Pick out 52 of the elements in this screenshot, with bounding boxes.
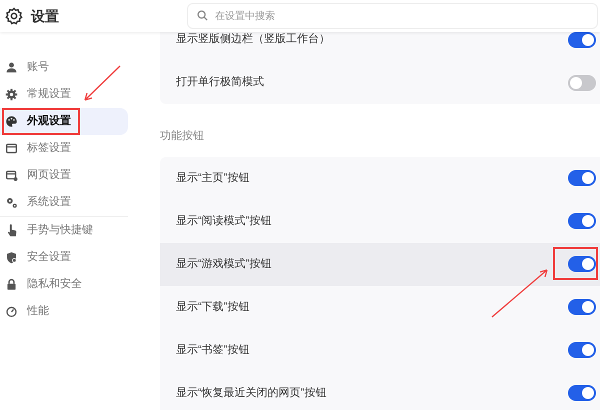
gauge-icon (5, 305, 18, 318)
gear-icon (5, 88, 18, 101)
toggle-switch[interactable] (568, 213, 596, 229)
highlight-frame (553, 246, 598, 280)
section-title: 功能按钮 (160, 129, 205, 144)
window-title: 设置 (31, 6, 59, 26)
annotation-arrow (82, 65, 122, 103)
palette-icon (5, 115, 18, 128)
setting-label: 显示“主页”按钮 (176, 170, 250, 186)
search-field[interactable]: 在设置中搜索 (187, 3, 598, 29)
setting-label: 显示“下载”按钮 (176, 300, 250, 315)
search-icon (197, 10, 208, 21)
settings-row[interactable]: 显示“游戏模式”按钮 (160, 242, 600, 286)
toggle-switch[interactable] (568, 385, 596, 401)
toggle-switch[interactable] (568, 74, 596, 90)
setting-label: 显示“阅读模式”按钮 (176, 214, 272, 229)
settings-row[interactable]: 显示“主页”按钮 (160, 156, 600, 200)
window-icon (5, 142, 18, 155)
hand-icon (5, 224, 18, 237)
sidebar-item[interactable]: 隐私和安全 (0, 271, 128, 298)
gears-icon (5, 196, 18, 209)
setting-label: 打开单行极简模式 (176, 75, 264, 90)
lock-icon (5, 278, 18, 291)
sidebar-item[interactable]: 性能 (0, 298, 128, 325)
toggle-switch[interactable] (568, 299, 596, 315)
settings-row[interactable]: 显示“恢复最近关闭的网页”按钮 (160, 372, 600, 410)
setting-label: 显示“书签”按钮 (176, 342, 250, 358)
toggle-switch[interactable] (568, 342, 596, 358)
person-icon (5, 61, 18, 74)
setting-label: 显示“恢复最近关闭的网页”按钮 (176, 386, 326, 401)
sidebar-item[interactable]: 网页设置 (0, 162, 128, 189)
toggle-switch[interactable] (568, 170, 596, 186)
sidebar-item[interactable]: 标签设置 (0, 135, 128, 162)
sidebar-item[interactable]: 账号 (0, 54, 128, 81)
settings-row[interactable]: 显示“阅读模式”按钮 (160, 200, 600, 242)
setting-label: 显示“游戏模式”按钮 (176, 256, 272, 272)
setting-label: 显示竖版侧边栏（竖版工作台） (176, 32, 330, 48)
webpage-icon (5, 169, 18, 182)
settings-row[interactable]: 显示“书签”按钮 (160, 328, 600, 372)
sidebar-item[interactable]: 手势与快捷键 (0, 217, 128, 244)
sidebar-item[interactable]: 安全设置 (0, 244, 128, 271)
settings-row[interactable]: 显示竖版侧边栏（竖版工作台） (160, 32, 600, 61)
annotation-arrow (491, 268, 549, 318)
sidebar-item[interactable]: 系统设置 (0, 189, 128, 216)
sidebar-item[interactable]: 外观设置 (0, 108, 128, 135)
shield-icon (5, 251, 18, 264)
settings-row[interactable]: 显示“下载”按钮 (160, 286, 600, 328)
toggle-switch[interactable] (568, 256, 596, 272)
settings-icon (5, 7, 23, 25)
sidebar-item[interactable]: 常规设置 (0, 81, 128, 108)
settings-row[interactable]: 打开单行极简模式 (160, 61, 600, 104)
toggle-switch[interactable] (568, 32, 596, 48)
